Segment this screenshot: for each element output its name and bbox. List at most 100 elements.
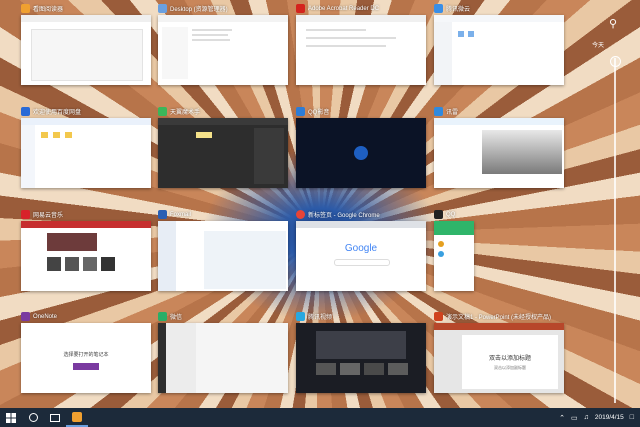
window-thumbnail: Google xyxy=(296,221,426,291)
window-title-bar: OneNote xyxy=(21,310,151,323)
chrome-icon xyxy=(296,210,305,219)
window-thumbnail xyxy=(434,221,474,291)
window-title: 网易云音乐 xyxy=(33,213,64,219)
onenote-icon xyxy=(21,312,30,321)
window-thumbnail xyxy=(296,323,426,393)
window-thumbnail xyxy=(158,221,288,291)
start-button[interactable] xyxy=(0,408,22,427)
cortana-button[interactable] xyxy=(22,408,44,427)
window-thumbnail xyxy=(21,15,151,85)
window-title: OneNote xyxy=(33,313,58,320)
cloud-icon xyxy=(434,4,443,13)
window-chrome[interactable]: 新标签页 - Google Chrome Google xyxy=(296,208,426,291)
window-title: QQ影音 xyxy=(308,110,330,116)
window-title: QQ xyxy=(446,211,456,218)
window-netease-music[interactable]: 网易云音乐 xyxy=(21,208,151,291)
onenote-hint: 选择要打开的笔记本 xyxy=(63,352,109,358)
google-logo: Google xyxy=(344,243,378,254)
notification-icon[interactable]: □ xyxy=(630,414,634,421)
wechat-icon xyxy=(158,312,167,321)
window-title-bar: Adobe Acrobat Reader DC xyxy=(296,2,426,15)
timeline-handle[interactable] xyxy=(610,56,621,67)
taskbar: ⌃ ▭ ♫ 2019/4/15 □ xyxy=(0,408,640,427)
window-title-bar: 欢迎使用百度网盘 xyxy=(21,105,151,118)
photo-editor-icon xyxy=(158,107,167,116)
search-icon[interactable]: ⚲ xyxy=(609,18,621,30)
window-thumbnail xyxy=(434,15,564,85)
netease-music-icon xyxy=(21,210,30,219)
task-view-button[interactable] xyxy=(44,408,66,427)
window-weiyun[interactable]: 腾讯微云 xyxy=(434,2,564,85)
window-title: 天翼魔术手 xyxy=(170,110,201,116)
window-file-explorer[interactable]: Desktop (资源管理器) xyxy=(158,2,288,85)
window-powerpoint[interactable]: 演示文稿1 - PowerPoint (未经授权产品) 双击以添加标题 双击以添… xyxy=(434,310,564,393)
window-thumbnail xyxy=(434,118,564,188)
powerpoint-icon xyxy=(434,312,443,321)
foxmail-icon xyxy=(158,210,167,219)
window-title: 看图阅读器 xyxy=(33,7,64,13)
xunlei-icon xyxy=(434,107,443,116)
qq-player-icon xyxy=(296,107,305,116)
window-photo-editor[interactable]: 天翼魔术手 xyxy=(158,105,288,188)
window-title: 微信 xyxy=(170,315,183,321)
ppt-subtitle-placeholder: 双击以添加副标题 xyxy=(494,365,526,370)
window-title: Adobe Acrobat Reader DC xyxy=(308,5,380,12)
task-view: 看图阅读器 Desktop (资源管理器) Adobe Acrobat Read… xyxy=(0,0,640,408)
ppt-title-placeholder: 双击以添加标题 xyxy=(488,356,531,362)
volume-icon[interactable]: ♫ xyxy=(584,414,589,421)
window-title-bar: QQ影音 xyxy=(296,105,426,118)
tencent-video-icon xyxy=(296,312,305,321)
window-title: Desktop (资源管理器) xyxy=(170,7,228,13)
window-thumbnail xyxy=(296,15,426,85)
image-viewer-icon xyxy=(21,4,30,13)
window-tencent-video[interactable]: 腾讯视频 xyxy=(296,310,426,393)
window-baidu-netdisk[interactable]: 欢迎使用百度网盘 xyxy=(21,105,151,188)
clock[interactable]: 2019/4/15 xyxy=(595,414,624,421)
chevron-up-icon[interactable]: ⌃ xyxy=(559,414,565,422)
window-thumbnail: 双击以添加标题 双击以添加副标题 xyxy=(434,323,564,393)
window-title: 演示文稿1 - PowerPoint (未经授权产品) xyxy=(446,315,552,321)
window-thumbnail xyxy=(158,323,288,393)
task-view-icon xyxy=(50,413,60,422)
folder-icon xyxy=(158,4,167,13)
window-thumbnail: 选择要打开的笔记本 xyxy=(21,323,151,393)
window-foxmail[interactable]: Foxmail xyxy=(158,208,288,291)
window-title-bar: 网易云音乐 xyxy=(21,208,151,221)
window-qq[interactable]: QQ xyxy=(434,208,564,291)
window-thumbnail xyxy=(21,118,151,188)
window-onenote[interactable]: OneNote 选择要打开的笔记本 xyxy=(21,310,151,393)
window-title: Foxmail xyxy=(170,211,192,218)
window-title: 新标签页 - Google Chrome xyxy=(308,213,380,219)
window-title: 腾讯视频 xyxy=(308,315,333,321)
acrobat-icon xyxy=(296,4,305,13)
taskbar-app-image-viewer[interactable] xyxy=(66,408,88,427)
network-icon[interactable]: ▭ xyxy=(571,414,578,422)
window-acrobat[interactable]: Adobe Acrobat Reader DC xyxy=(296,2,426,85)
window-title-bar: QQ xyxy=(434,208,564,221)
window-title-bar: 微信 xyxy=(158,310,288,323)
window-title-bar: 看图阅读器 xyxy=(21,2,151,15)
window-wechat[interactable]: 微信 xyxy=(158,310,288,393)
window-title: 欢迎使用百度网盘 xyxy=(33,110,82,116)
window-title: 腾讯微云 xyxy=(446,7,471,13)
window-title: 讯雷 xyxy=(446,110,459,116)
qq-icon xyxy=(434,210,443,219)
window-title-bar: 天翼魔术手 xyxy=(158,105,288,118)
system-tray: ⌃ ▭ ♫ 2019/4/15 □ xyxy=(559,414,640,422)
timeline-today-label: 今天 xyxy=(592,43,605,49)
window-image-viewer[interactable]: 看图阅读器 xyxy=(21,2,151,85)
timeline-track[interactable] xyxy=(614,58,616,403)
window-title-bar: Foxmail xyxy=(158,208,288,221)
baidu-netdisk-icon xyxy=(21,107,30,116)
window-qq-player[interactable]: QQ影音 xyxy=(296,105,426,188)
window-thumbnail xyxy=(21,221,151,291)
window-title-bar: Desktop (资源管理器) xyxy=(158,2,288,15)
windows-icon xyxy=(6,412,16,423)
circle-icon xyxy=(28,413,38,422)
timeline[interactable]: ⚲ 今天 xyxy=(592,18,636,403)
image-viewer-icon xyxy=(72,411,82,422)
window-title-bar: 新标签页 - Google Chrome xyxy=(296,208,426,221)
window-xunlei[interactable]: 讯雷 xyxy=(434,105,564,188)
window-thumbnail xyxy=(158,15,288,85)
window-title-bar: 腾讯视频 xyxy=(296,310,426,323)
